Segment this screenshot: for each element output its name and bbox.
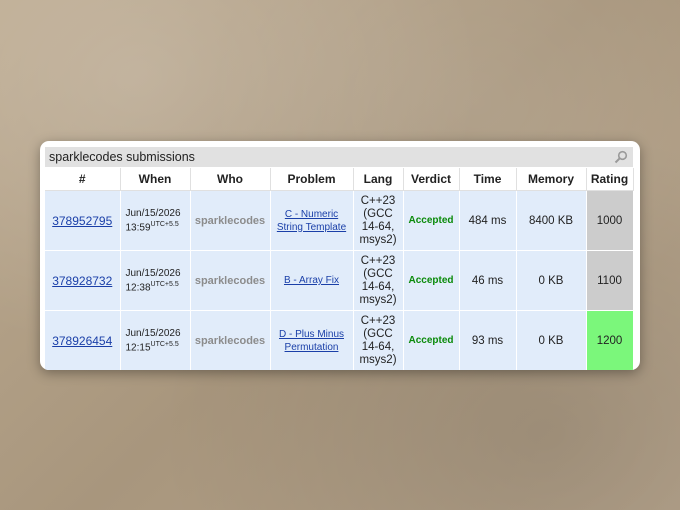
exec-time: 46 ms <box>459 250 517 311</box>
verdict-badge: Accepted <box>403 310 460 370</box>
col-header-memory: Memory <box>516 168 587 191</box>
submission-timezone: UTC+5.5 <box>150 280 179 288</box>
submission-language: C++23 (GCC 14-64, msys2) <box>353 310 404 370</box>
submission-time: 12:15 <box>125 342 151 354</box>
exec-time: 484 ms <box>459 190 517 251</box>
submission-author: sparklecodes <box>190 310 271 370</box>
submission-date: Jun/15/2026 <box>125 327 181 339</box>
submission-timezone: UTC+5.5 <box>150 340 179 348</box>
submission-date: Jun/15/2026 <box>125 267 181 279</box>
verdict-badge: Accepted <box>403 250 460 311</box>
problem-link[interactable]: B - Array Fix <box>284 275 339 286</box>
problem-rating: 1200 <box>586 310 634 370</box>
search-icon[interactable] <box>614 150 628 164</box>
submission-time: 13:59 <box>125 222 151 234</box>
submission-time: 12:38 <box>125 282 151 294</box>
table-header-row: # When Who Problem Lang Verdict Time Mem… <box>45 168 634 191</box>
submission-when: Jun/15/2026 12:38UTC+5.5 <box>120 250 191 311</box>
submission-author: sparklecodes <box>190 250 271 311</box>
col-header-lang: Lang <box>353 168 404 191</box>
col-header-problem: Problem <box>270 168 354 191</box>
panel-title: sparklecodes submissions <box>49 150 195 164</box>
submission-language: C++23 (GCC 14-64, msys2) <box>353 190 404 251</box>
col-header-id: # <box>45 168 121 191</box>
col-header-rating: Rating <box>586 168 634 191</box>
panel-header: sparklecodes submissions <box>45 147 633 167</box>
submission-id-link[interactable]: 378926454 <box>52 334 112 348</box>
memory-usage: 0 KB <box>516 250 587 311</box>
memory-usage: 0 KB <box>516 310 587 370</box>
memory-usage: 8400 KB <box>516 190 587 251</box>
col-header-verdict: Verdict <box>403 168 460 191</box>
table-row: 378926454 Jun/15/2026 12:15UTC+5.5 sparkl… <box>45 310 634 370</box>
verdict-badge: Accepted <box>403 190 460 251</box>
submission-when: Jun/15/2026 13:59UTC+5.5 <box>120 190 191 251</box>
problem-link[interactable]: C - Numeric String Template <box>277 209 346 233</box>
col-header-when: When <box>120 168 191 191</box>
problem-rating: 1000 <box>586 190 634 251</box>
submission-timezone: UTC+5.5 <box>150 220 179 228</box>
col-header-who: Who <box>190 168 271 191</box>
exec-time: 93 ms <box>459 310 517 370</box>
submission-author: sparklecodes <box>190 190 271 251</box>
submissions-panel: sparklecodes submissions # When Who Prob… <box>40 141 640 370</box>
table-row: 378928732 Jun/15/2026 12:38UTC+5.5 sparkl… <box>45 250 634 311</box>
submissions-table: # When Who Problem Lang Verdict Time Mem… <box>45 168 634 370</box>
submission-language: C++23 (GCC 14-64, msys2) <box>353 250 404 311</box>
problem-rating: 1100 <box>586 250 634 311</box>
submission-date: Jun/15/2026 <box>125 207 181 219</box>
submission-when: Jun/15/2026 12:15UTC+5.5 <box>120 310 191 370</box>
col-header-time: Time <box>459 168 517 191</box>
table-row: 378952795 Jun/15/2026 13:59UTC+5.5 sparkl… <box>45 190 634 251</box>
problem-link[interactable]: D - Plus Minus Permutation <box>279 329 344 353</box>
submission-id-link[interactable]: 378952795 <box>52 214 112 228</box>
submission-id-link[interactable]: 378928732 <box>52 274 112 288</box>
